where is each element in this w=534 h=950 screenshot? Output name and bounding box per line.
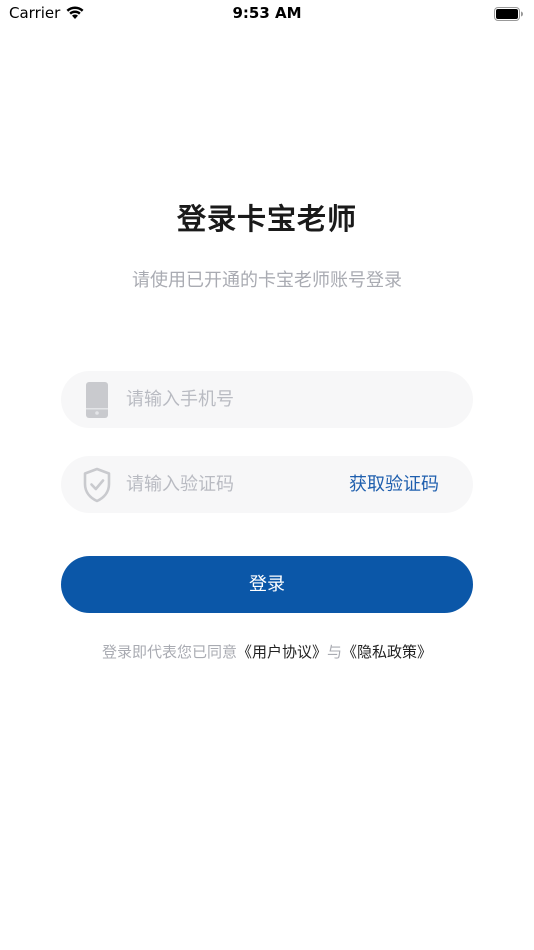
mobile-phone-icon xyxy=(86,382,108,418)
battery-icon xyxy=(494,7,523,21)
get-code-button[interactable]: 获取验证码 xyxy=(349,456,439,513)
verification-code-input[interactable] xyxy=(126,456,356,513)
status-bar: Carrier 9:53 AM xyxy=(0,0,534,28)
verification-code-field[interactable]: 获取验证码 xyxy=(61,456,473,513)
phone-input[interactable] xyxy=(126,371,356,428)
clock: 9:53 AM xyxy=(232,4,302,22)
shield-check-icon xyxy=(83,467,111,503)
page-title: 登录卡宝老师 xyxy=(176,202,357,236)
agreement-conjunction: 与 xyxy=(327,643,343,661)
agreement-prefix: 登录即代表您已同意 xyxy=(101,643,237,661)
login-button[interactable]: 登录 xyxy=(61,556,473,613)
phone-field[interactable] xyxy=(61,371,473,428)
privacy-policy-link[interactable]: 《隐私政策》 xyxy=(342,643,432,661)
agreement-text: 登录即代表您已同意《用户协议》与《隐私政策》 xyxy=(0,641,534,662)
page-subtitle: 请使用已开通的卡宝老师账号登录 xyxy=(132,270,402,291)
user-agreement-link[interactable]: 《用户协议》 xyxy=(237,643,327,661)
